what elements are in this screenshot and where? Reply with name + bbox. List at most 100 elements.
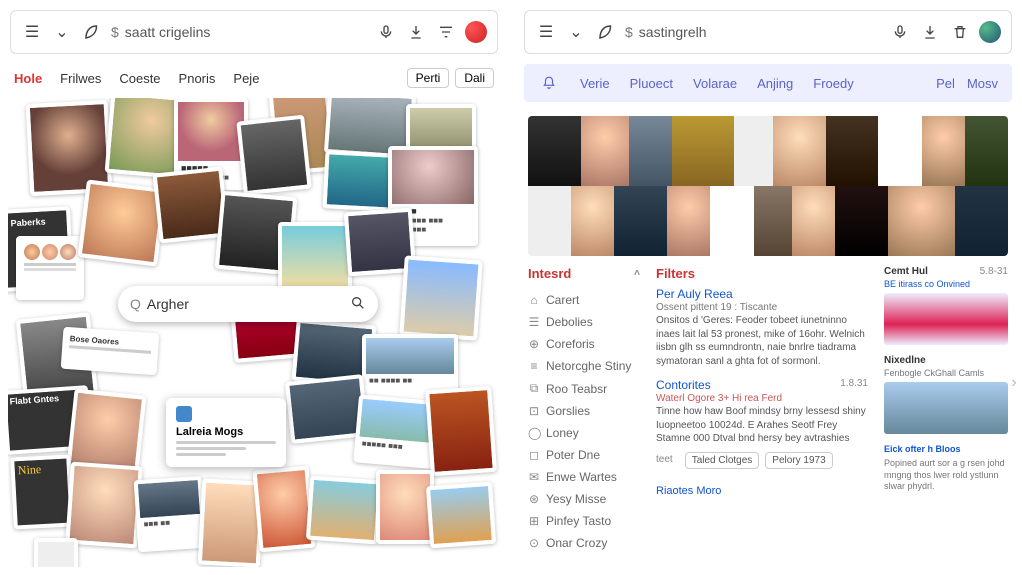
leaf-icon[interactable]	[81, 21, 103, 43]
sidebar-item-label: Carert	[546, 293, 579, 307]
collage-tile[interactable]	[425, 386, 497, 476]
result-meta: 1.8.31	[840, 378, 868, 392]
aside-title: Cemt Hul	[884, 266, 928, 277]
tab-pnoris[interactable]: Pnoris	[179, 71, 216, 86]
hamburger-icon[interactable]: ☰	[535, 21, 557, 43]
collage-tile[interactable]	[253, 466, 316, 553]
leaf-icon[interactable]	[595, 21, 617, 43]
mic-icon[interactable]	[375, 21, 397, 43]
hamburger-icon[interactable]: ☰	[21, 21, 43, 43]
sidebar-item[interactable]: ⊡Gorslies	[528, 400, 640, 422]
nav-pluoect[interactable]: Pluoect	[630, 76, 673, 91]
sidebar-item-label: Loney	[546, 426, 579, 440]
nav-mosv[interactable]: Mosv	[967, 76, 998, 91]
sidebar-item[interactable]: ⊛Yesy Misse	[528, 488, 640, 510]
collage-tile[interactable]	[399, 255, 482, 340]
download-icon[interactable]	[405, 21, 427, 43]
tab-hole[interactable]: Hole	[14, 71, 42, 86]
collage-tile[interactable]	[426, 482, 496, 548]
sidebar-item[interactable]: ◯Loney	[528, 422, 640, 444]
collage-tile[interactable]	[323, 150, 398, 212]
result-chips: teet Taled Clotges Pelory 1973	[656, 452, 868, 469]
right-search-input[interactable]	[639, 24, 881, 40]
tab-peje[interactable]: Peje	[233, 71, 259, 86]
sidebar-item[interactable]: ⊕Coreforis	[528, 333, 640, 355]
tab-coeste[interactable]: Coeste	[119, 71, 160, 86]
dollar-icon: $	[625, 24, 633, 40]
sidebar-item[interactable]: ◻Poter Dne	[528, 444, 640, 466]
bell-icon[interactable]	[538, 72, 560, 94]
sidebar-item-icon: ☰	[528, 315, 540, 329]
result-title[interactable]: Per Auly Reea	[656, 287, 868, 301]
sidebar-item[interactable]: ≡Netorcghe Stiny	[528, 355, 640, 377]
floating-search[interactable]: Q Argher	[118, 286, 378, 322]
tab-frilwes[interactable]: Frilwes	[60, 71, 101, 86]
sidebar-item-label: Pinfey Tasto	[546, 514, 611, 528]
left-search-input[interactable]	[125, 24, 367, 40]
sidebar-item[interactable]: ⊞ Pinfey Tasto	[528, 510, 640, 532]
nav-froedy[interactable]: Froedy	[813, 76, 853, 91]
collage-tile[interactable]	[16, 236, 84, 300]
right-panel: ☰ ⌄ $ Verie Pluoect Volarae Anjing Froed…	[514, 0, 1022, 575]
left-avatar[interactable]	[465, 21, 487, 43]
nav-verie[interactable]: Verie	[580, 76, 610, 91]
sidebar-item-label: Coreforis	[546, 337, 595, 351]
right-avatar[interactable]	[979, 21, 1001, 43]
aside-meta: 5.8-31	[980, 266, 1008, 277]
mic-icon[interactable]	[889, 21, 911, 43]
aside-title: Nixedlne	[884, 355, 926, 366]
collage-tile[interactable]: Nine	[10, 454, 74, 529]
collage-tile[interactable]	[278, 222, 352, 294]
download-icon[interactable]	[919, 21, 941, 43]
sidebar-item[interactable]: ☰Debolies	[528, 311, 640, 333]
collage-tile[interactable]: Bose Oaores	[61, 327, 160, 376]
floating-profile-card[interactable]: Lalreia Mogs	[166, 398, 286, 467]
right-aside: Cemt Hul5.8-31 BE itirass co Onvined Nix…	[884, 266, 1008, 563]
dali-button[interactable]: Dali	[455, 68, 494, 88]
nav-volarae[interactable]: Volarae	[693, 76, 737, 91]
result-title[interactable]: Contorites	[656, 378, 711, 392]
chevron-up-icon[interactable]: ˄	[634, 268, 640, 279]
nav-anjing[interactable]: Anjing	[757, 76, 793, 91]
collage-tile[interactable]	[236, 115, 311, 196]
filter-icon[interactable]	[435, 21, 457, 43]
collage-tile[interactable]	[376, 470, 434, 544]
chevron-down-icon[interactable]: ⌄	[51, 21, 73, 43]
sidebar-item[interactable]: ✉Enwe Wartes	[528, 466, 640, 488]
aside-card[interactable]: Cemt Hul5.8-31 BE itirass co Onvined	[884, 266, 1008, 345]
sidebar-item[interactable]: ⊙Onar Crozy	[528, 532, 640, 554]
left-collage: ■■■■■■■■■ ■■■ ■■ ■■■■■■ ■■■■ ■■■■■■ ■■■ …	[8, 98, 500, 567]
sidebar-item-icon: ⊛	[528, 492, 540, 506]
perti-button[interactable]: Perti	[407, 68, 450, 88]
result-subtitle: Ossent pittent 19 : Tiscante	[656, 302, 868, 313]
right-results: Filters Per Auly Reea Ossent pittent 19 …	[656, 266, 868, 563]
more-link[interactable]: Riaotes Moro	[656, 485, 721, 497]
sidebar-item-icon: ⊞	[528, 514, 540, 528]
collage-tile[interactable]	[34, 538, 78, 567]
result-subtitle: Waterl Ogore 3+ Hi rea Ferd	[656, 393, 868, 404]
right-search-field[interactable]: $	[625, 24, 881, 40]
result-item: Contorites 1.8.31 Waterl Ogore 3+ Hi rea…	[656, 378, 868, 469]
chip[interactable]: Taled Clotges	[685, 452, 760, 469]
search-icon[interactable]	[350, 295, 366, 314]
aside-title: Eick ofter h Bloos	[884, 444, 1008, 454]
next-arrow-icon[interactable]: ›	[1008, 368, 1020, 398]
sidebar-item-label: Netorcghe Stiny	[546, 359, 631, 373]
sidebar-item[interactable]: ⧉Roo Teabsr	[528, 377, 640, 400]
aside-card[interactable]: Eick ofter h Bloos Popined aurt sor a g …	[884, 444, 1008, 493]
nav-pel[interactable]: Pel	[936, 76, 955, 91]
trash-icon[interactable]	[949, 21, 971, 43]
collage-tile[interactable]	[78, 179, 167, 266]
collage-tile[interactable]	[306, 476, 382, 545]
aside-card[interactable]: Nixedlne Fenbogle CkGhall Camls	[884, 355, 1008, 434]
sidebar-item[interactable]: ⌂ Carert	[528, 289, 640, 311]
chevron-down-icon[interactable]: ⌄	[565, 21, 587, 43]
collage-tile[interactable]	[65, 462, 143, 549]
left-search-field[interactable]: $	[111, 24, 367, 40]
chip[interactable]: Pelory 1973	[765, 452, 832, 469]
sidebar-item-icon: ⌂	[528, 293, 540, 307]
sidebar-item-label: Roo Teabsr	[546, 382, 607, 396]
right-sidebar: Intesrd˄ ⌂Carert☰Debolies⊕Coreforis≡Neto…	[528, 266, 640, 563]
collage-tile[interactable]: ■■■ ■■	[134, 476, 207, 553]
profile-card-icon	[176, 406, 192, 422]
